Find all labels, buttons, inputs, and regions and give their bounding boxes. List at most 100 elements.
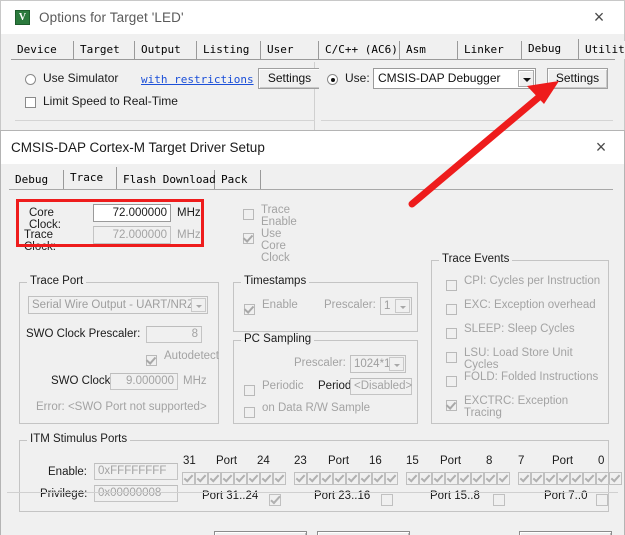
- port-bit-checkbox[interactable]: [372, 472, 385, 485]
- chevron-down-icon[interactable]: [518, 70, 534, 87]
- port-bit-checkbox[interactable]: [484, 472, 497, 485]
- port-range-checkbox-7-0[interactable]: [596, 491, 608, 509]
- port-bit-checkbox[interactable]: [419, 472, 432, 485]
- port-bit-checkbox[interactable]: [596, 472, 609, 485]
- port-range-checkbox-15-8[interactable]: [493, 491, 505, 509]
- tab-linker[interactable]: Linker: [458, 41, 522, 59]
- port-bit-checkbox[interactable]: [234, 472, 247, 485]
- debugger-select[interactable]: CMSIS-DAP Debugger: [373, 68, 536, 89]
- port-bit-checkbox[interactable]: [294, 472, 307, 485]
- simulator-settings-button[interactable]: Settings: [258, 68, 321, 89]
- cpi-checkbox[interactable]: [446, 277, 457, 295]
- port-bit-checkbox[interactable]: [320, 472, 333, 485]
- port-bit-checkbox[interactable]: [385, 472, 398, 485]
- inner-close-icon[interactable]: ×: [584, 135, 618, 160]
- port-bit-checkbox[interactable]: [307, 472, 320, 485]
- use-debugger-radio[interactable]: [327, 73, 338, 87]
- port-bit-checkbox[interactable]: [333, 472, 346, 485]
- exctrc-checkbox[interactable]: [446, 397, 457, 415]
- use-simulator-radio[interactable]: [25, 73, 36, 87]
- port-bit-checkbox[interactable]: [583, 472, 596, 485]
- itm-enable-input: 0xFFFFFFFF: [94, 463, 178, 480]
- tab-debug-inner[interactable]: Debug: [9, 170, 64, 189]
- sleep-checkbox[interactable]: [446, 325, 457, 343]
- port-bits-23-16[interactable]: [294, 472, 398, 485]
- port-bit-checkbox[interactable]: [221, 472, 234, 485]
- bit-high-15: 15: [406, 455, 419, 467]
- port-bit-checkbox[interactable]: [557, 472, 570, 485]
- help-button[interactable]: Help: [519, 531, 612, 535]
- port-bit-checkbox[interactable]: [195, 472, 208, 485]
- tab-flash-download[interactable]: Flash Download: [117, 170, 216, 189]
- limit-speed-checkbox[interactable]: [25, 96, 36, 110]
- tab-output[interactable]: Output: [135, 41, 197, 59]
- close-icon[interactable]: ×: [582, 5, 616, 30]
- exc-checkbox[interactable]: [446, 301, 457, 319]
- core-clock-input[interactable]: 72.000000: [93, 204, 171, 222]
- tab-c-cpp[interactable]: C/C++ (AC6): [319, 41, 400, 59]
- port-bits-7-0[interactable]: [518, 472, 622, 485]
- cmsis-dap-target-driver-setup-dialog: CMSIS-DAP Cortex-M Target Driver Setup ×…: [0, 130, 625, 535]
- exctrc-label: EXCTRC: Exception Tracing: [464, 395, 569, 419]
- port-bit-checkbox[interactable]: [458, 472, 471, 485]
- port-header-4: Port: [552, 455, 574, 467]
- pc-prescaler-select[interactable]: 1024*16: [350, 355, 406, 373]
- debugger-settings-button[interactable]: Settings: [547, 68, 608, 89]
- tab-asm[interactable]: Asm: [400, 41, 458, 59]
- port-bit-checkbox[interactable]: [518, 472, 531, 485]
- fold-checkbox[interactable]: [446, 373, 457, 391]
- periodic-checkbox[interactable]: [244, 382, 255, 400]
- tab-listing[interactable]: Listing: [197, 41, 261, 59]
- itm-privilege-label: Privilege:: [40, 488, 88, 500]
- tab-debug[interactable]: Debug: [522, 39, 579, 59]
- port-bit-checkbox[interactable]: [531, 472, 544, 485]
- with-restrictions-link[interactable]: with restrictions: [141, 73, 254, 86]
- swo-clock-input: 9.000000: [110, 373, 178, 390]
- port-bits-15-8[interactable]: [406, 472, 510, 485]
- port-bit-checkbox[interactable]: [471, 472, 484, 485]
- chevron-down-icon[interactable]: [395, 299, 410, 313]
- swo-clock-label: SWO Clock:: [51, 375, 114, 387]
- chevron-down-icon[interactable]: [389, 357, 404, 371]
- port-bit-checkbox[interactable]: [497, 472, 510, 485]
- timestamps-prescaler-select[interactable]: 1: [380, 297, 412, 315]
- port-header-3: Port: [440, 455, 462, 467]
- tab-pack[interactable]: Pack: [215, 170, 261, 189]
- tab-trace[interactable]: Trace: [64, 167, 117, 189]
- driver-tabstrip-underline: [9, 189, 613, 190]
- port-bit-checkbox[interactable]: [208, 472, 221, 485]
- chevron-down-icon[interactable]: [191, 298, 206, 312]
- cancel-button[interactable]: Cancel: [317, 531, 410, 535]
- tab-utilities[interactable]: Utilities: [579, 41, 625, 59]
- use-core-clock-checkbox[interactable]: [243, 230, 254, 248]
- autodetect-label: Autodetect: [164, 350, 219, 362]
- port-bits-31-24[interactable]: [182, 472, 286, 485]
- timestamps-enable-checkbox[interactable]: [244, 301, 255, 319]
- tab-device[interactable]: Device: [11, 41, 74, 59]
- autodetect-checkbox[interactable]: [146, 352, 157, 370]
- checkbox-icon: [244, 407, 255, 418]
- port-bit-checkbox[interactable]: [432, 472, 445, 485]
- on-data-rw-checkbox[interactable]: [244, 404, 255, 422]
- port-bit-checkbox[interactable]: [273, 472, 286, 485]
- port-bit-checkbox[interactable]: [182, 472, 195, 485]
- port-bit-checkbox[interactable]: [445, 472, 458, 485]
- port-bit-checkbox[interactable]: [346, 472, 359, 485]
- timestamps-group: Timestamps Enable Prescaler: 1: [233, 275, 418, 332]
- port-bit-checkbox[interactable]: [544, 472, 557, 485]
- port-bit-checkbox[interactable]: [260, 472, 273, 485]
- ok-button[interactable]: OK: [214, 531, 307, 535]
- port-range-checkbox-23-16[interactable]: [381, 491, 393, 509]
- port-range-checkbox-31-24[interactable]: [269, 491, 281, 509]
- tab-user[interactable]: User: [261, 41, 319, 59]
- trace-port-select[interactable]: Serial Wire Output - UART/NRZ: [28, 296, 208, 314]
- port-bit-checkbox[interactable]: [609, 472, 622, 485]
- lsu-checkbox[interactable]: [446, 349, 457, 367]
- port-bit-checkbox[interactable]: [570, 472, 583, 485]
- port-bit-checkbox[interactable]: [406, 472, 419, 485]
- checkbox-icon: [244, 385, 255, 396]
- port-bit-checkbox[interactable]: [359, 472, 372, 485]
- trace-enable-checkbox[interactable]: [243, 206, 254, 224]
- port-bit-checkbox[interactable]: [247, 472, 260, 485]
- tab-target[interactable]: Target: [74, 41, 135, 59]
